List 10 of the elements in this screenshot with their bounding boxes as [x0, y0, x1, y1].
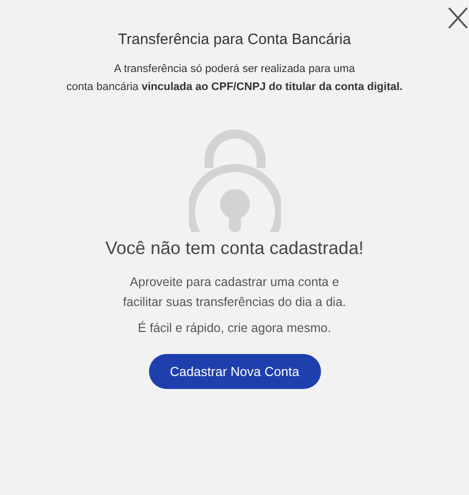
body-text: facilitar suas transferências do dia a dia.: [122, 294, 346, 310]
close-icon: [447, 6, 469, 30]
empty-state-heading: Você não tem conta cadastrada!: [105, 236, 364, 260]
dialog-title: Transferência para Conta Bancária: [118, 30, 351, 50]
info-text: A transferência só poderá ser realizada para uma: [114, 62, 355, 76]
info-text: conta bancária vinculada ao CPF/CNPJ do titular da conta digital.: [66, 80, 403, 94]
note-text: É fácil e rápido, crie agora mesmo.: [138, 320, 332, 337]
close-button[interactable]: [447, 6, 469, 30]
body-text: Aproveite para cadastrar uma conta e: [130, 274, 340, 291]
register-account-button[interactable]: Cadastrar Nova Conta: [148, 354, 320, 390]
